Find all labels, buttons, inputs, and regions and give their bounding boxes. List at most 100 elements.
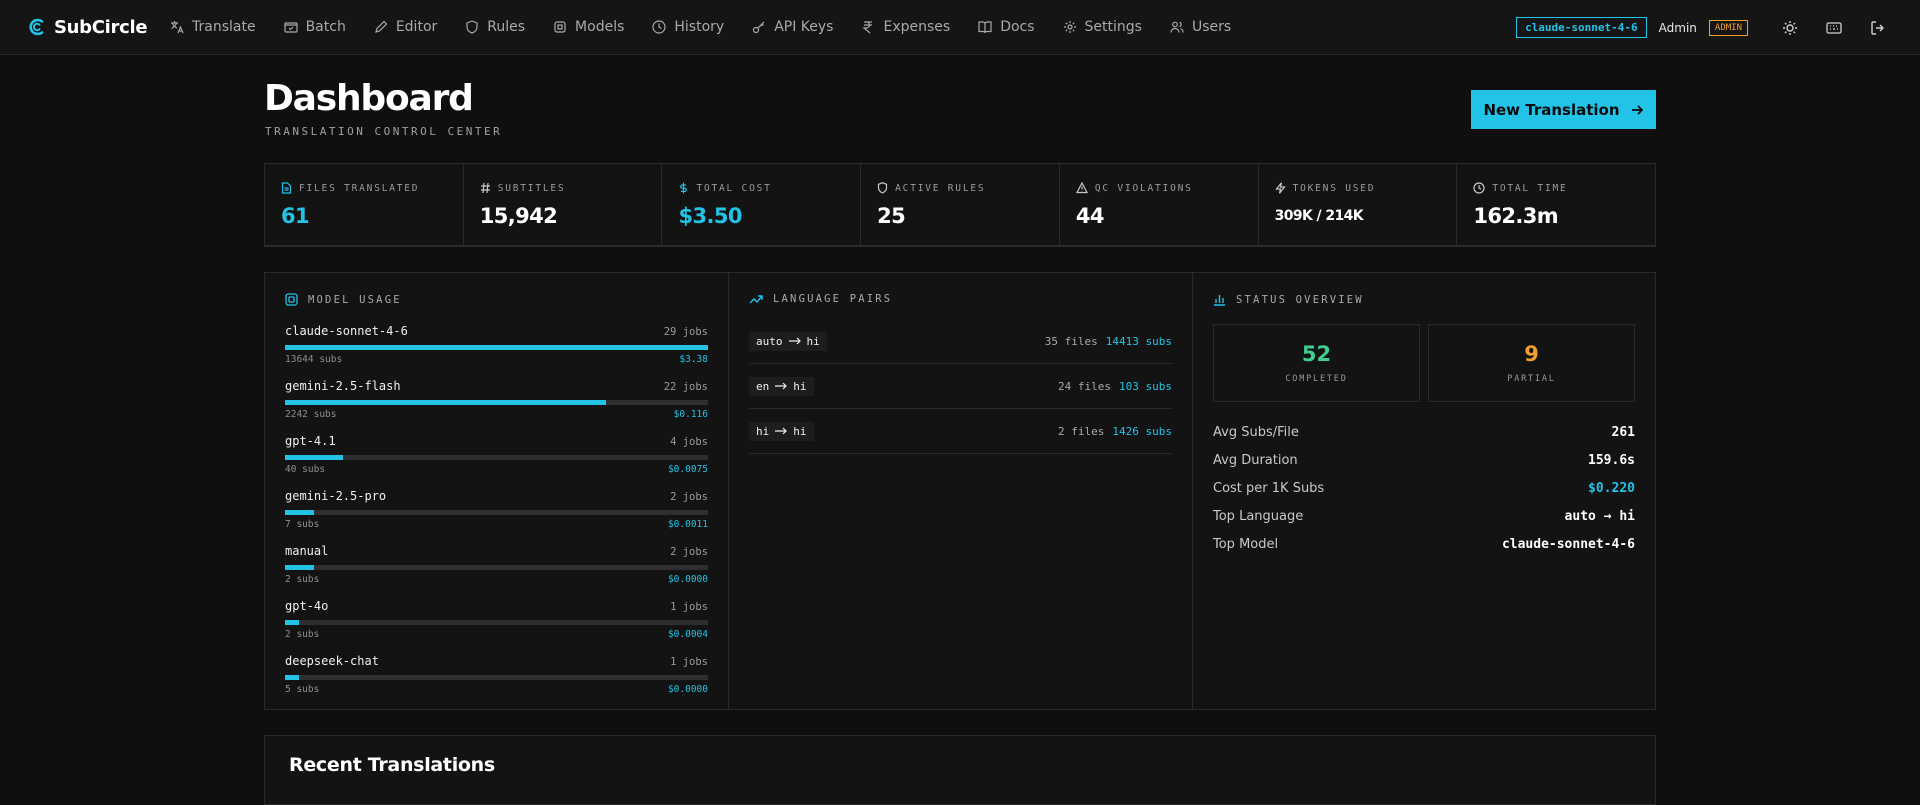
keyboard-shortcuts-button[interactable] (1812, 20, 1856, 36)
model-name: gpt-4.1 (285, 434, 336, 448)
recent-translations-title: Recent Translations (289, 754, 495, 776)
stat-files-translated: FILES TRANSLATED 61 (265, 164, 464, 247)
stat-label: ACTIVE RULES (895, 182, 986, 194)
model-jobs: 2 jobs (670, 546, 708, 558)
model-cost: $0.0000 (667, 574, 708, 585)
metric-avg-duration: Avg Duration 159.6s (1213, 446, 1635, 474)
model-cost: $0.0075 (667, 464, 708, 475)
language-pair-row: auto hi 35 files 14413 subs (749, 319, 1172, 364)
nav-item-label: Docs (1000, 19, 1035, 35)
metric-label: Avg Subs/File (1213, 424, 1299, 440)
new-translation-button[interactable]: New Translation (1471, 90, 1656, 129)
nav-right-area: claude-sonnet-4-6 Admin ADMIN (1516, 0, 1920, 55)
panel-title: MODEL USAGE (308, 293, 402, 306)
dollar-icon (680, 182, 688, 194)
model-list: claude-sonnet-4-6 29 jobs 13644 subs $3.38 g… (285, 324, 708, 695)
metric-value: 261 (1611, 424, 1635, 440)
usage-bar-track (285, 675, 708, 680)
stat-label: FILES TRANSLATED (299, 182, 420, 194)
usage-bar-fill (285, 565, 315, 570)
usage-bar-track (285, 345, 708, 350)
usage-bar-fill (285, 455, 344, 460)
model-usage-row: claude-sonnet-4-6 29 jobs 13644 subs $3.38 (285, 324, 708, 365)
stat-value: 61 (281, 204, 310, 228)
stat-underline (1059, 245, 1258, 247)
theme-toggle-button[interactable] (1768, 20, 1812, 36)
brand-logo[interactable]: SubCircle (28, 17, 170, 38)
model-cost: $0.0000 (667, 684, 708, 695)
trending-up-icon (749, 295, 763, 304)
metric-label: Avg Duration (1213, 452, 1298, 468)
role-badge: ADMIN (1708, 19, 1748, 36)
usage-bar-track (285, 620, 708, 625)
book-icon (978, 21, 992, 34)
nav-item-editor[interactable]: Editor (374, 19, 437, 35)
top-navbar: SubCircle Translate Batch Editor Rules M… (0, 0, 1920, 55)
nav-item-batch[interactable]: Batch (283, 19, 346, 35)
completed-count: 52 (1301, 342, 1332, 366)
nav-item-label: API Keys (774, 19, 834, 35)
file-count: 24 files (1058, 379, 1112, 393)
target-language: hi (806, 334, 820, 348)
language-pair-row: hi hi 2 files 1426 subs (749, 409, 1172, 454)
usage-bar-fill (285, 345, 708, 350)
key-icon (753, 21, 765, 34)
chip-icon (285, 293, 298, 306)
nav-item-docs[interactable]: Docs (978, 19, 1035, 35)
stat-subtitles: SUBTITLES 15,942 (463, 164, 663, 247)
stat-underline (265, 245, 463, 247)
metric-value: auto → hi (1564, 508, 1635, 524)
user-name: Admin (1658, 20, 1697, 35)
nav-item-rules[interactable]: Rules (465, 19, 525, 35)
model-name: gemini-2.5-pro (285, 489, 387, 503)
overview-panels: MODEL USAGE claude-sonnet-4-6 29 jobs 1364… (264, 272, 1656, 710)
stat-underline (1258, 245, 1457, 247)
nav-item-models[interactable]: Models (553, 19, 624, 35)
nav-item-settings[interactable]: Settings (1063, 19, 1142, 35)
keyboard-icon (1826, 21, 1842, 34)
model-cost: $0.0011 (667, 519, 708, 530)
model-subs: 7 subs (285, 519, 320, 530)
nav-item-label: History (674, 19, 725, 35)
nav-item-label: Translate (192, 19, 256, 35)
language-pair-row: en hi 24 files 103 subs (749, 364, 1172, 409)
nav-item-translate[interactable]: Translate (170, 19, 256, 35)
active-model-chip[interactable]: claude-sonnet-4-6 (1516, 17, 1647, 38)
completed-box: 52 COMPLETED (1213, 324, 1420, 402)
partial-count: 9 (1524, 342, 1539, 366)
metric-cost-per-1k: Cost per 1K Subs $0.220 (1213, 474, 1635, 502)
stat-value: $3.50 (678, 204, 742, 228)
model-subs: 40 subs (285, 464, 326, 475)
warning-icon (1075, 182, 1088, 194)
gear-icon (1063, 21, 1076, 33)
nav-item-api-keys[interactable]: API Keys (752, 19, 833, 35)
usage-bar-fill (285, 510, 315, 515)
nav-item-history[interactable]: History (652, 19, 724, 35)
usage-bar-track (285, 400, 708, 405)
stat-underline (662, 245, 861, 247)
target-language: hi (793, 424, 807, 438)
new-translation-label: New Translation (1483, 100, 1620, 119)
bolt-icon (1274, 182, 1286, 194)
model-subs: 2 subs (285, 574, 320, 585)
pencil-icon (374, 20, 388, 33)
model-cost: $0.116 (673, 409, 708, 420)
clock-icon (652, 20, 666, 34)
nav-item-expenses[interactable]: Expenses (861, 19, 950, 35)
nav-item-users[interactable]: Users (1170, 19, 1231, 35)
status-overview-panel: STATUS OVERVIEW 52 COMPLETED 9 PARTIAL A… (1193, 273, 1655, 709)
subtitle-count: 14413 subs (1105, 334, 1172, 348)
usage-bar-track (285, 510, 708, 515)
model-jobs: 22 jobs (663, 381, 708, 393)
metric-label: Top Language (1213, 508, 1304, 524)
nav-item-label: Settings (1084, 19, 1142, 35)
stat-tokens-used: TOKENS USED 309K / 214K (1258, 164, 1458, 247)
language-pair-tag: hi hi (749, 421, 814, 441)
logout-button[interactable] (1856, 20, 1900, 36)
hash-icon (480, 182, 490, 194)
page-title: Dashboard (264, 78, 474, 119)
usage-bar-fill (285, 400, 607, 405)
metric-top-model: Top Model claude-sonnet-4-6 (1213, 530, 1635, 558)
stat-label: TOTAL TIME (1492, 182, 1568, 194)
model-jobs: 1 jobs (670, 656, 708, 668)
